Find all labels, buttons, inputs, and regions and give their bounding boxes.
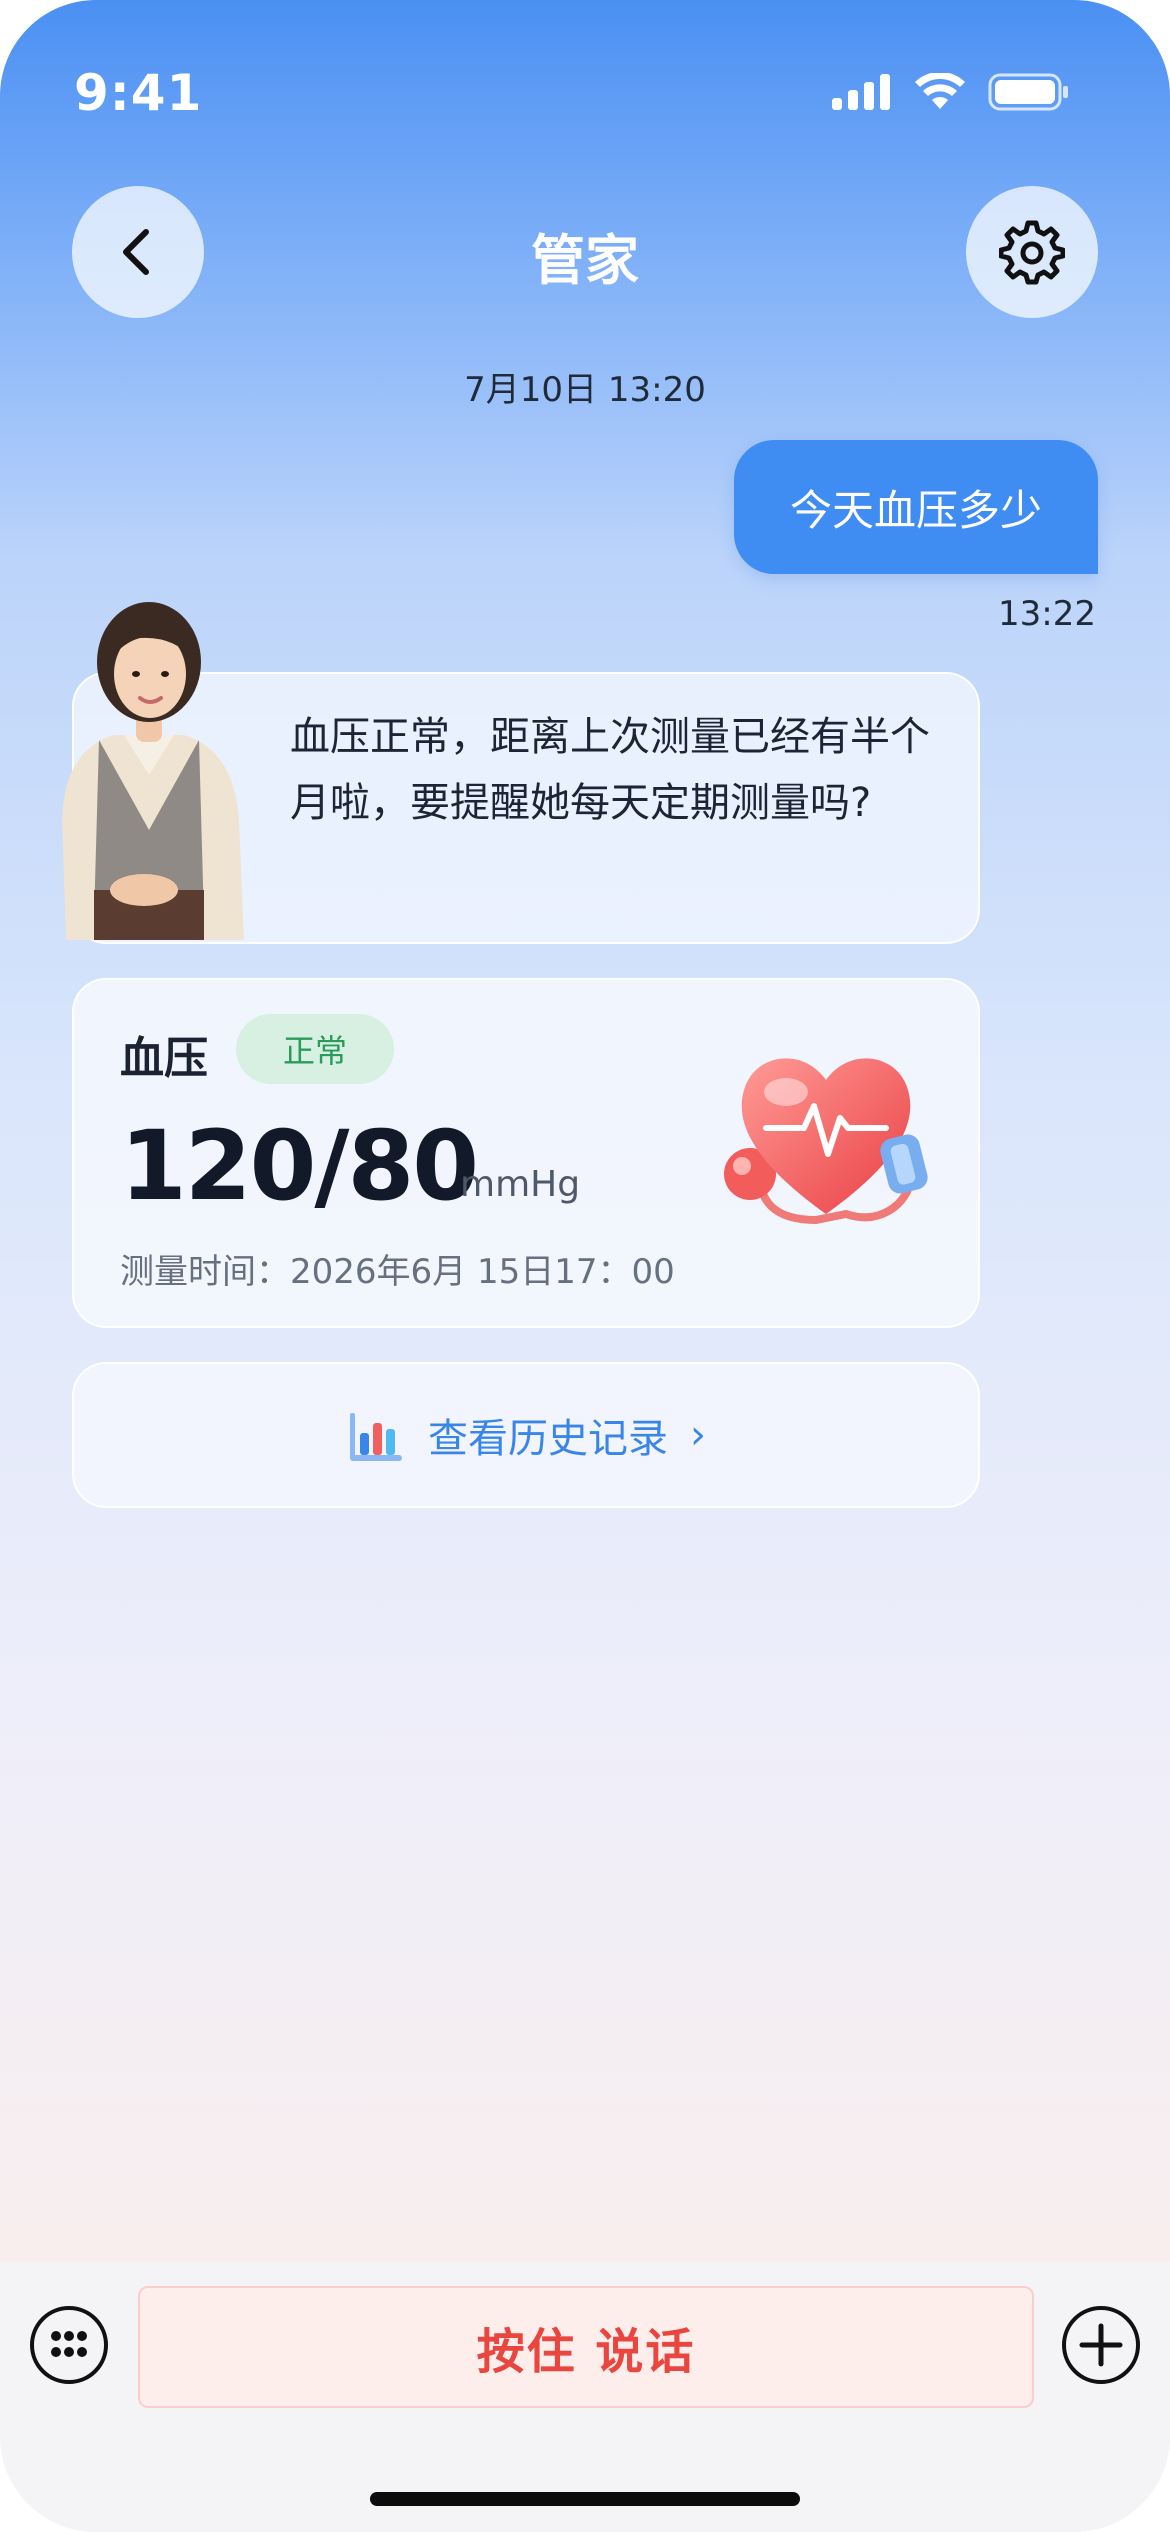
signal-icon: [832, 74, 890, 110]
hold-to-talk-button[interactable]: 按住 说话: [138, 2286, 1034, 2408]
wifi-icon: [915, 73, 965, 109]
status-icons: [832, 72, 1070, 112]
bp-label: 血压: [120, 1033, 208, 1084]
keyboard-icon[interactable]: [28, 2304, 110, 2386]
user-message-time: 13:22: [998, 594, 1096, 634]
gear-icon: [999, 220, 1065, 285]
phone-screen: 9:41 管家 7月10日 13:20 今天血压多少 13:22 血压正常，距离…: [0, 0, 1170, 2532]
user-message-bubble: 今天血压多少: [734, 440, 1098, 574]
status-badge: 正常: [236, 1014, 394, 1084]
history-label: 查看历史记录: [428, 1416, 668, 1462]
settings-button[interactable]: [966, 186, 1098, 318]
measure-time: 测量时间：2026年6月 15日17：00: [120, 1252, 675, 1292]
user-message-text: 今天血压多少: [789, 485, 1042, 535]
heart-monitor-icon: [724, 1058, 928, 1225]
date-stamp: 7月10日 13:20: [464, 370, 706, 410]
history-button[interactable]: 查看历史记录 ›: [72, 1362, 980, 1508]
plus-icon[interactable]: [1060, 2304, 1142, 2386]
assistant-avatar: [62, 602, 244, 940]
home-indicator: [370, 2492, 800, 2506]
bp-unit: mmHg: [460, 1164, 581, 1205]
status-time: 9:41: [74, 64, 203, 122]
chevron-right-icon: ›: [690, 1412, 706, 1458]
assistant-message-text: 血压正常，距离上次测量已经有半个月啦，要提醒她每天定期测量吗?: [290, 714, 930, 826]
battery-icon: [988, 73, 1068, 111]
bp-value: 120/80: [120, 1110, 479, 1222]
bar-chart-icon: [350, 1413, 402, 1461]
